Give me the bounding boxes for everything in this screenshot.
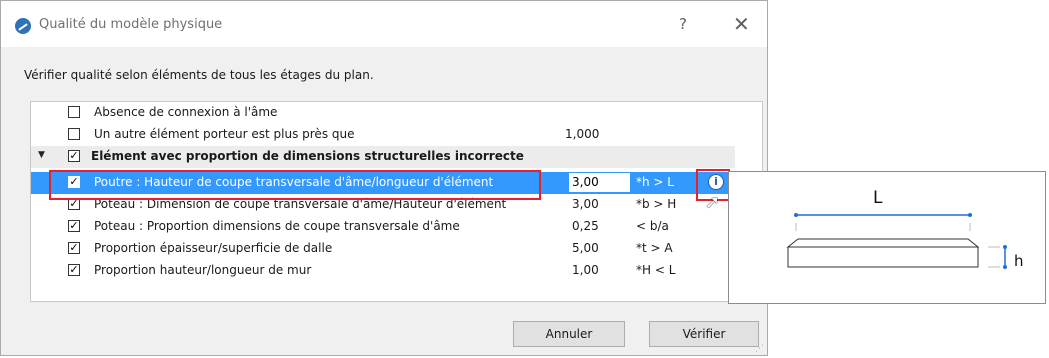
row-condition: *t > A (636, 241, 673, 255)
app-logo-icon (15, 18, 31, 34)
list-item: ✓ Poteau : Proportion dimensions de coup… (31, 216, 735, 238)
list-item: ✓ Proportion épaisseur/superficie de dal… (31, 238, 735, 260)
cancel-button[interactable]: Annuler (513, 321, 625, 347)
dimension-dot (794, 213, 798, 217)
row-label: Proportion hauteur/longueur de mur (94, 263, 312, 277)
close-button[interactable]: ✕ (733, 12, 750, 36)
length-label: L (873, 188, 883, 208)
beam-front-face (787, 246, 979, 268)
row-label: Un autre élément porteur est plus près q… (94, 127, 355, 141)
row-label: Poteau : Proportion dimensions de coupe … (94, 219, 460, 233)
value-input[interactable]: 3,00 (569, 173, 630, 192)
beam-top-face (786, 238, 980, 248)
highlight-frame-row (49, 170, 541, 200)
title-bar: Qualité du modèle physique ? ✕ (1, 1, 767, 47)
dimension-dot (968, 213, 972, 217)
dialog-title: Qualité du modèle physique (39, 17, 223, 32)
checkbox[interactable]: ✓ (68, 150, 80, 162)
instruction-text: Vérifier qualité selon éléments de tous … (24, 68, 374, 82)
row-condition: *b > H (636, 197, 677, 211)
checkbox[interactable]: ✓ (68, 220, 80, 232)
row-label: Absence de connexion à l'âme (94, 105, 278, 119)
expand-arrow-icon[interactable]: ▼ (38, 150, 45, 160)
row-value[interactable]: 1,00 (572, 263, 599, 277)
verify-button[interactable]: Vérifier (649, 321, 759, 347)
row-value[interactable]: 5,00 (572, 241, 599, 255)
checks-list: ^ Absence de connexion à l'âme Un autre … (30, 101, 763, 302)
row-condition: *h > L (636, 175, 674, 189)
height-label: h (1014, 252, 1024, 270)
group-row: ▼ ✓ Elément avec proportion de dimension… (31, 146, 735, 168)
row-label: Proportion épaisseur/superficie de dalle (94, 241, 333, 255)
row-value[interactable]: 1,000 (565, 127, 599, 141)
checkbox[interactable] (68, 106, 80, 118)
row-value[interactable]: 3,00 (572, 197, 599, 211)
row-condition: *H < L (636, 263, 676, 277)
group-label: Elément avec proportion de dimensions st… (91, 149, 524, 163)
help-button[interactable]: ? (679, 15, 687, 33)
checkbox[interactable]: ✓ (68, 242, 80, 254)
dimension-dot (1003, 265, 1007, 269)
checkbox[interactable] (68, 128, 80, 140)
resize-grip-icon[interactable]: ⋰ (755, 344, 764, 354)
list-item: Un autre élément porteur est plus près q… (31, 124, 735, 146)
dimension-dot (1003, 245, 1007, 249)
pointer-cursor-icon: ➚ (705, 192, 721, 213)
list-item: Absence de connexion à l'âme (31, 102, 735, 124)
row-condition: < b/a (636, 219, 669, 233)
checkbox[interactable]: ✓ (68, 264, 80, 276)
list-item: ✓ Proportion hauteur/longueur de mur 1,0… (31, 260, 735, 282)
row-value[interactable]: 0,25 (572, 219, 599, 233)
beam-diagram (786, 213, 1007, 269)
